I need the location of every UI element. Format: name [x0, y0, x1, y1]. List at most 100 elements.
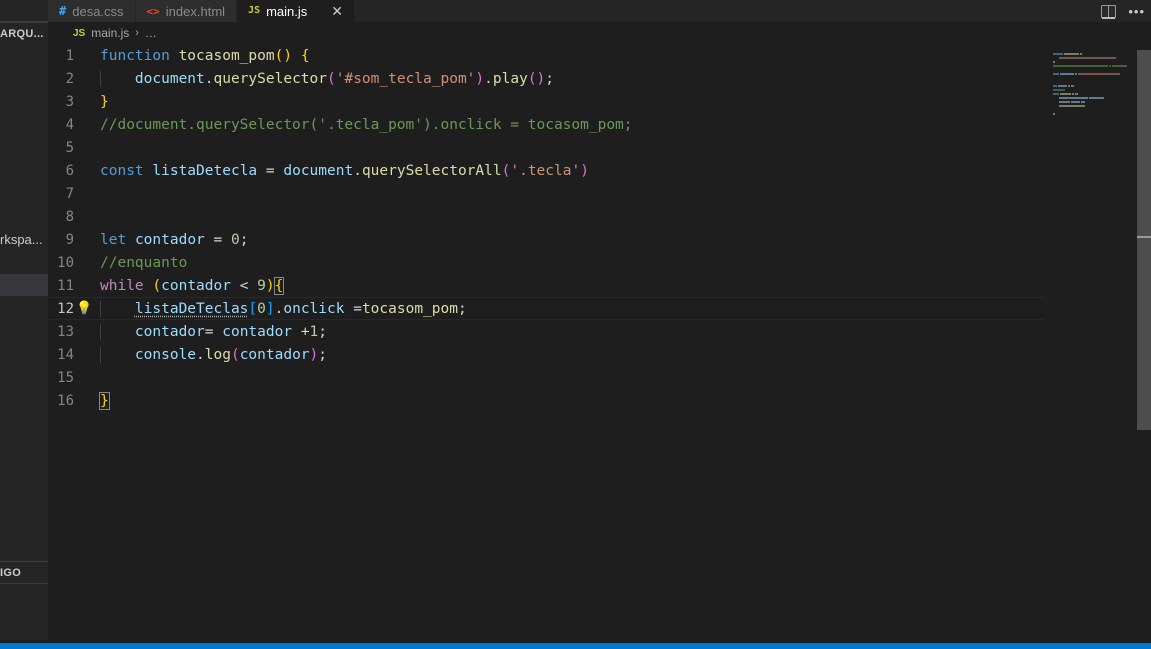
sidebar-gap-2	[0, 296, 48, 561]
line-number: 13	[57, 323, 74, 340]
code-line[interactable]: 16 }	[48, 389, 1151, 412]
breadcrumb-symbol[interactable]: …	[145, 26, 157, 40]
sidebar-top-strip	[0, 0, 48, 22]
tab-index-html[interactable]: <> index.html	[135, 0, 238, 22]
line-number: 11	[57, 277, 74, 294]
minimap-token	[1058, 105, 1086, 107]
tab-main-js[interactable]: JS main.js ✕	[237, 0, 356, 22]
line-number: 1	[65, 47, 74, 64]
line-number: 10	[57, 254, 74, 271]
sidebar: ARQU... rkspa... IGO	[0, 0, 48, 640]
sidebar-section-codigo[interactable]: IGO	[0, 561, 48, 583]
html-file-icon: <>	[146, 4, 160, 18]
breadcrumb-file[interactable]: main.js	[91, 26, 129, 40]
minimap-token	[1081, 101, 1085, 103]
line-number: 16	[57, 392, 74, 409]
line-number: 7	[65, 185, 74, 202]
line-content[interactable]: document.querySelector('#som_tecla_pom')…	[100, 70, 1151, 87]
code-line[interactable]: 14 console.log(contador);	[48, 343, 1151, 366]
line-content[interactable]: while (contador < 9){	[100, 276, 1151, 295]
minimap-token	[1053, 65, 1109, 67]
code-editor[interactable]: 1 function tocasom_pom() { 2 document.qu…	[48, 44, 1151, 640]
tab-desa-css[interactable]: # desa.css	[48, 0, 136, 22]
minimap-token	[1058, 97, 1088, 99]
code-line[interactable]: 3 }	[48, 90, 1151, 113]
minimap-token	[1053, 89, 1065, 91]
line-number: 4	[65, 116, 74, 133]
breadcrumb: JS main.js › …	[48, 22, 1151, 44]
sidebar-item-selected[interactable]	[0, 274, 48, 296]
minimap-token	[1112, 65, 1127, 67]
sidebar-section-explorer[interactable]: ARQU...	[0, 22, 48, 44]
minimap-token	[1075, 73, 1078, 75]
minimap-indent	[1053, 97, 1058, 99]
line-content[interactable]: const listaDetecla = document.querySelec…	[100, 163, 1151, 179]
vscode-window: ARQU... rkspa... IGO # desa.css <> index…	[0, 0, 1151, 649]
minimap-token	[1058, 101, 1070, 103]
code-line[interactable]: 4 //document.querySelector('.tecla_pom')…	[48, 113, 1151, 136]
js-file-icon: JS	[248, 5, 261, 16]
editor-tab-bar: # desa.css <> index.html JS main.js ✕ ••…	[48, 0, 1151, 22]
chevron-right-icon: ›	[135, 27, 139, 39]
tab-label: desa.css	[72, 3, 124, 19]
editor-actions: •••	[1101, 0, 1145, 22]
code-line[interactable]: 8	[48, 205, 1151, 228]
minimap-token	[1053, 85, 1057, 87]
line-content[interactable]: //document.querySelector('.tecla_pom').o…	[100, 117, 1151, 133]
line-content[interactable]: contador= contador +1;	[100, 323, 1151, 340]
line-content[interactable]: }	[100, 94, 1151, 110]
line-content[interactable]: function tocasom_pom() {	[100, 48, 1151, 64]
code-line[interactable]: 2 document.querySelector('#som_tecla_pom…	[48, 67, 1151, 90]
line-number: 14	[57, 346, 74, 363]
minimap-token	[1053, 61, 1055, 63]
minimap-indent	[1053, 57, 1058, 59]
code-line[interactable]: 9 let contador = 0;	[48, 228, 1151, 251]
code-line[interactable]: 7	[48, 182, 1151, 205]
minimap[interactable]	[1045, 44, 1137, 640]
code-line[interactable]: 15	[48, 366, 1151, 389]
line-number: 3	[65, 93, 74, 110]
sidebar-section-footer	[0, 583, 48, 605]
line-content[interactable]: //enquanto	[100, 255, 1151, 271]
minimap-token	[1053, 93, 1059, 95]
more-actions-icon[interactable]: •••	[1128, 5, 1145, 18]
line-content[interactable]: console.log(contador);	[100, 346, 1151, 363]
css-file-icon: #	[59, 4, 67, 18]
code-line[interactable]: 10 //enquanto	[48, 251, 1151, 274]
sidebar-gap-1	[0, 250, 48, 274]
lightbulb-icon[interactable]: 💡	[76, 301, 92, 317]
minimap-token	[1058, 57, 1117, 59]
js-file-icon: JS	[73, 27, 86, 39]
minimap-token	[1060, 93, 1071, 95]
code-line[interactable]: 11 while (contador < 9){	[48, 274, 1151, 297]
minimap-token	[1078, 73, 1121, 75]
minimap-line	[1045, 112, 1137, 116]
minimap-token	[1053, 53, 1063, 55]
code-lines[interactable]: 1 function tocasom_pom() { 2 document.qu…	[48, 44, 1151, 640]
line-content[interactable]: listaDeTeclas[0].onclick =tocasom_pom;	[100, 300, 1151, 317]
split-editor-icon[interactable]	[1101, 4, 1117, 19]
code-line-current[interactable]: 12 💡 listaDeTeclas[0].onclick =tocasom_p…	[48, 297, 1151, 320]
minimap-token	[1063, 53, 1080, 55]
minimap-token	[1074, 93, 1079, 95]
minimap-token	[1053, 113, 1055, 115]
line-content[interactable]: let contador = 0;	[100, 232, 1151, 248]
minimap-indent	[1053, 105, 1058, 107]
minimap-token	[1057, 85, 1068, 87]
close-icon[interactable]: ✕	[331, 4, 343, 18]
editor-vertical-scrollbar[interactable]	[1137, 44, 1151, 640]
line-number: 15	[57, 369, 74, 386]
line-number: 2	[65, 70, 74, 87]
line-number: 5	[65, 139, 74, 156]
line-content[interactable]: }	[99, 391, 1151, 410]
code-line[interactable]: 1 function tocasom_pom() {	[48, 44, 1151, 67]
minimap-token	[1071, 93, 1074, 95]
code-line[interactable]: 5	[48, 136, 1151, 159]
code-line[interactable]: 13 contador= contador +1;	[48, 320, 1151, 343]
sidebar-item-workspace[interactable]: rkspa...	[0, 228, 48, 250]
status-bar[interactable]	[0, 643, 1151, 649]
minimap-token	[1053, 73, 1059, 75]
scrollbar-thumb[interactable]	[1137, 50, 1151, 430]
line-number: 12	[57, 300, 74, 317]
code-line[interactable]: 6 const listaDetecla = document.querySel…	[48, 159, 1151, 182]
